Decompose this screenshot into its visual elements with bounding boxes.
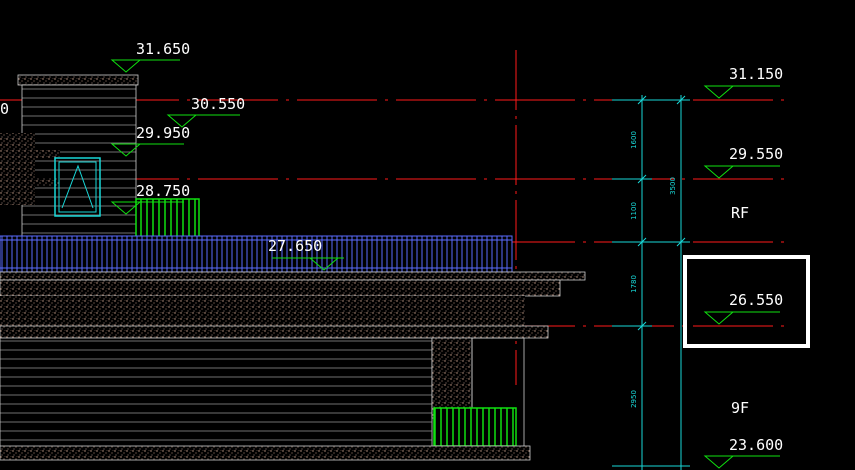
elevation-drawing (0, 50, 810, 470)
lower-column (431, 337, 473, 419)
balcony-railing-lower (433, 407, 517, 447)
lower-wall (0, 337, 433, 459)
lower-slab (0, 445, 531, 461)
roof-railing (0, 235, 513, 273)
roof-slab (0, 271, 586, 339)
selection-box[interactable] (683, 255, 810, 348)
dimension-lines (612, 95, 690, 470)
cad-drawing-canvas[interactable]: 0 31.650 30.550 29.950 28.750 27.650 31.… (0, 0, 855, 470)
